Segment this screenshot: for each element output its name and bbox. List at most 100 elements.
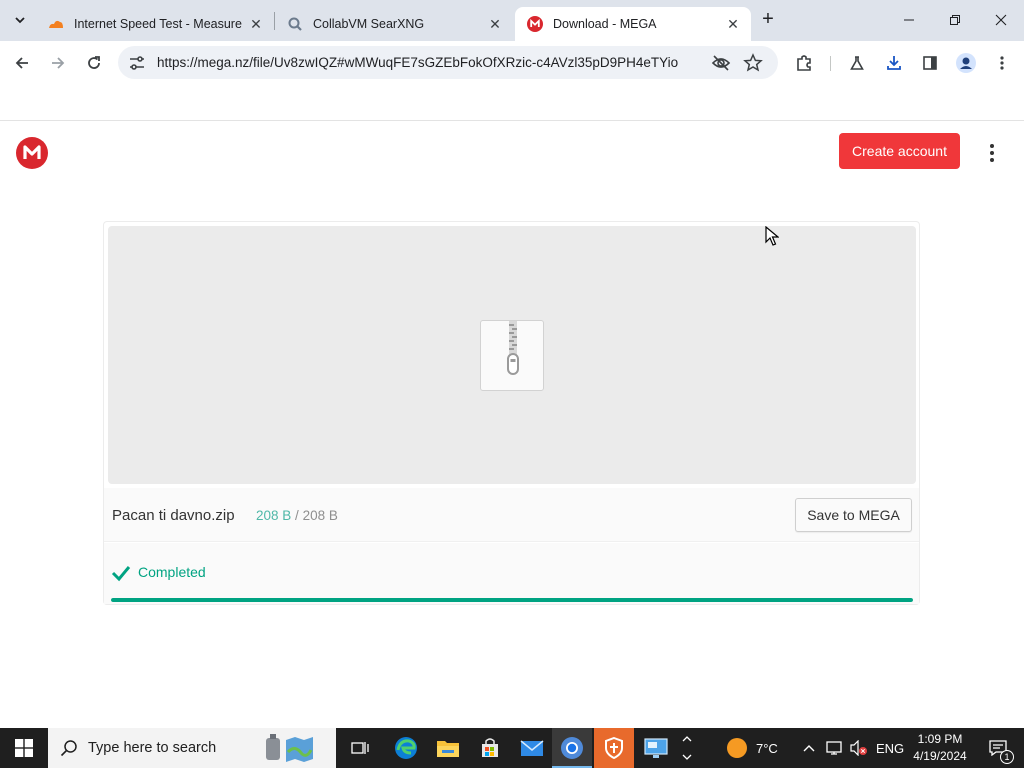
download-card: Pacan ti davno.zip 208 B / 208 B Save to… — [103, 221, 920, 605]
dot — [990, 144, 994, 148]
tab-searxng[interactable]: CollabVM SearXNG ✕ — [275, 7, 513, 41]
taskbar-chrome[interactable] — [552, 728, 592, 768]
reload-button[interactable] — [81, 50, 107, 76]
show-hidden-icons[interactable] — [802, 728, 816, 768]
extensions-button[interactable] — [791, 50, 817, 76]
star-icon[interactable] — [743, 53, 763, 73]
dot — [990, 151, 994, 155]
volume-status[interactable] — [850, 728, 868, 768]
downloads-button[interactable] — [881, 50, 907, 76]
profile-button[interactable] — [953, 50, 979, 76]
taskbar-store[interactable] — [470, 728, 510, 768]
progress-fill — [111, 598, 913, 602]
restore-button[interactable] — [932, 6, 978, 34]
weather-temp: 7°C — [756, 740, 778, 756]
tab-search-button[interactable] — [8, 8, 32, 32]
tab-title: CollabVM SearXNG — [313, 17, 425, 31]
tab-close-icon[interactable]: ✕ — [248, 16, 264, 32]
arrow-right-icon — [52, 57, 65, 69]
reload-icon — [88, 56, 100, 69]
network-status[interactable] — [826, 728, 844, 768]
chevron-up-icon — [803, 745, 815, 752]
chevron-down-icon — [15, 17, 25, 24]
chevron-up-icon — [682, 736, 692, 742]
kebab-menu-icon — [1000, 56, 1004, 70]
taskbar-scroll[interactable] — [680, 728, 694, 768]
restore-icon — [950, 15, 960, 25]
search-icon — [60, 740, 77, 757]
file-size: 208 B / 208 B — [256, 508, 338, 523]
save-to-mega-button[interactable]: Save to MEGA — [795, 498, 912, 532]
tab-strip: Internet Speed Test - Measure ✕ CollabVM… — [0, 0, 1024, 41]
side-panel-icon — [923, 56, 937, 70]
mega-icon — [527, 16, 543, 32]
system-clock[interactable]: 1:09 PM 4/19/2024 — [906, 731, 974, 765]
search-placeholder: Type here to search — [88, 740, 217, 756]
taskbar-mail[interactable] — [512, 728, 552, 768]
url-text[interactable]: https://mega.nz/file/Uv8zwIQZ#wMWuqFE7sG… — [157, 55, 697, 70]
tab-title: Internet Speed Test - Measure — [74, 17, 242, 31]
browser-menu-button[interactable] — [989, 50, 1015, 76]
windows-logo-icon — [15, 739, 33, 757]
flask-icon — [850, 56, 864, 70]
start-button[interactable] — [0, 728, 48, 768]
arrow-left-icon — [15, 57, 28, 69]
labs-button[interactable] — [844, 50, 870, 76]
network-icon — [826, 741, 842, 755]
mail-icon — [520, 740, 544, 756]
search-highlight-icon — [266, 734, 313, 762]
side-panel-button[interactable] — [917, 50, 943, 76]
create-account-button[interactable]: Create account — [839, 133, 960, 169]
clock-date: 4/19/2024 — [913, 749, 967, 763]
notification-center-button[interactable]: 1 — [980, 728, 1016, 768]
task-view-button[interactable] — [340, 728, 380, 768]
mouse-cursor-icon — [765, 226, 779, 246]
close-window-button[interactable] — [978, 6, 1024, 34]
notification-count: 1 — [1000, 750, 1014, 764]
forward-button[interactable] — [45, 50, 71, 76]
zip-file-icon — [480, 320, 544, 391]
taskbar-remote-desktop[interactable] — [636, 728, 676, 768]
shield-icon — [605, 737, 623, 759]
total-size: 208 B — [302, 508, 338, 523]
avatar-icon — [956, 53, 976, 73]
cloudflare-icon — [48, 16, 64, 32]
back-button[interactable] — [9, 50, 35, 76]
minimize-icon — [904, 19, 914, 21]
progress-bar — [111, 598, 913, 602]
edge-icon — [395, 737, 417, 759]
download-status: Completed — [104, 543, 919, 604]
file-info-row: Pacan ti davno.zip 208 B / 208 B Save to… — [104, 488, 919, 542]
taskbar-edge[interactable] — [386, 728, 426, 768]
input-language[interactable]: ENG — [876, 728, 904, 768]
browser-toolbar: https://mega.nz/file/Uv8zwIQZ#wMWuqFE7sG… — [0, 41, 1024, 85]
site-info-icon[interactable] — [128, 54, 146, 72]
folder-icon — [437, 741, 459, 757]
new-tab-button[interactable]: + — [757, 9, 779, 31]
size-separator: / — [295, 508, 299, 523]
tab-close-icon[interactable]: ✕ — [487, 16, 503, 32]
taskbar-brave[interactable] — [594, 728, 634, 768]
puzzle-icon — [797, 55, 811, 71]
sun-icon — [727, 738, 747, 758]
page-menu-button[interactable] — [984, 141, 1000, 165]
weather-widget[interactable]: 7°C — [726, 728, 778, 768]
store-icon — [482, 738, 498, 757]
clock-time: 1:09 PM — [917, 732, 963, 746]
dot — [990, 158, 994, 162]
tab-speed-test[interactable]: Internet Speed Test - Measure ✕ — [36, 7, 274, 41]
minimize-button[interactable] — [886, 6, 932, 34]
downloaded-size: 208 B — [256, 508, 292, 523]
taskbar-search[interactable]: Type here to search — [48, 728, 336, 768]
eye-off-icon[interactable] — [711, 54, 731, 72]
tab-mega[interactable]: Download - MEGA ✕ — [515, 7, 751, 41]
mega-logo[interactable] — [16, 137, 48, 169]
toolbar-divider — [830, 56, 831, 71]
tab-close-icon[interactable]: ✕ — [725, 16, 741, 32]
searxng-icon — [287, 16, 303, 32]
taskbar-file-explorer[interactable] — [428, 728, 468, 768]
taskbar: Type here to search 7°C ENG 1:09 PM 4/19… — [0, 728, 1024, 768]
status-text: Completed — [138, 564, 206, 580]
address-bar[interactable]: https://mega.nz/file/Uv8zwIQZ#wMWuqFE7sG… — [118, 46, 778, 79]
volume-muted-icon — [850, 740, 867, 756]
